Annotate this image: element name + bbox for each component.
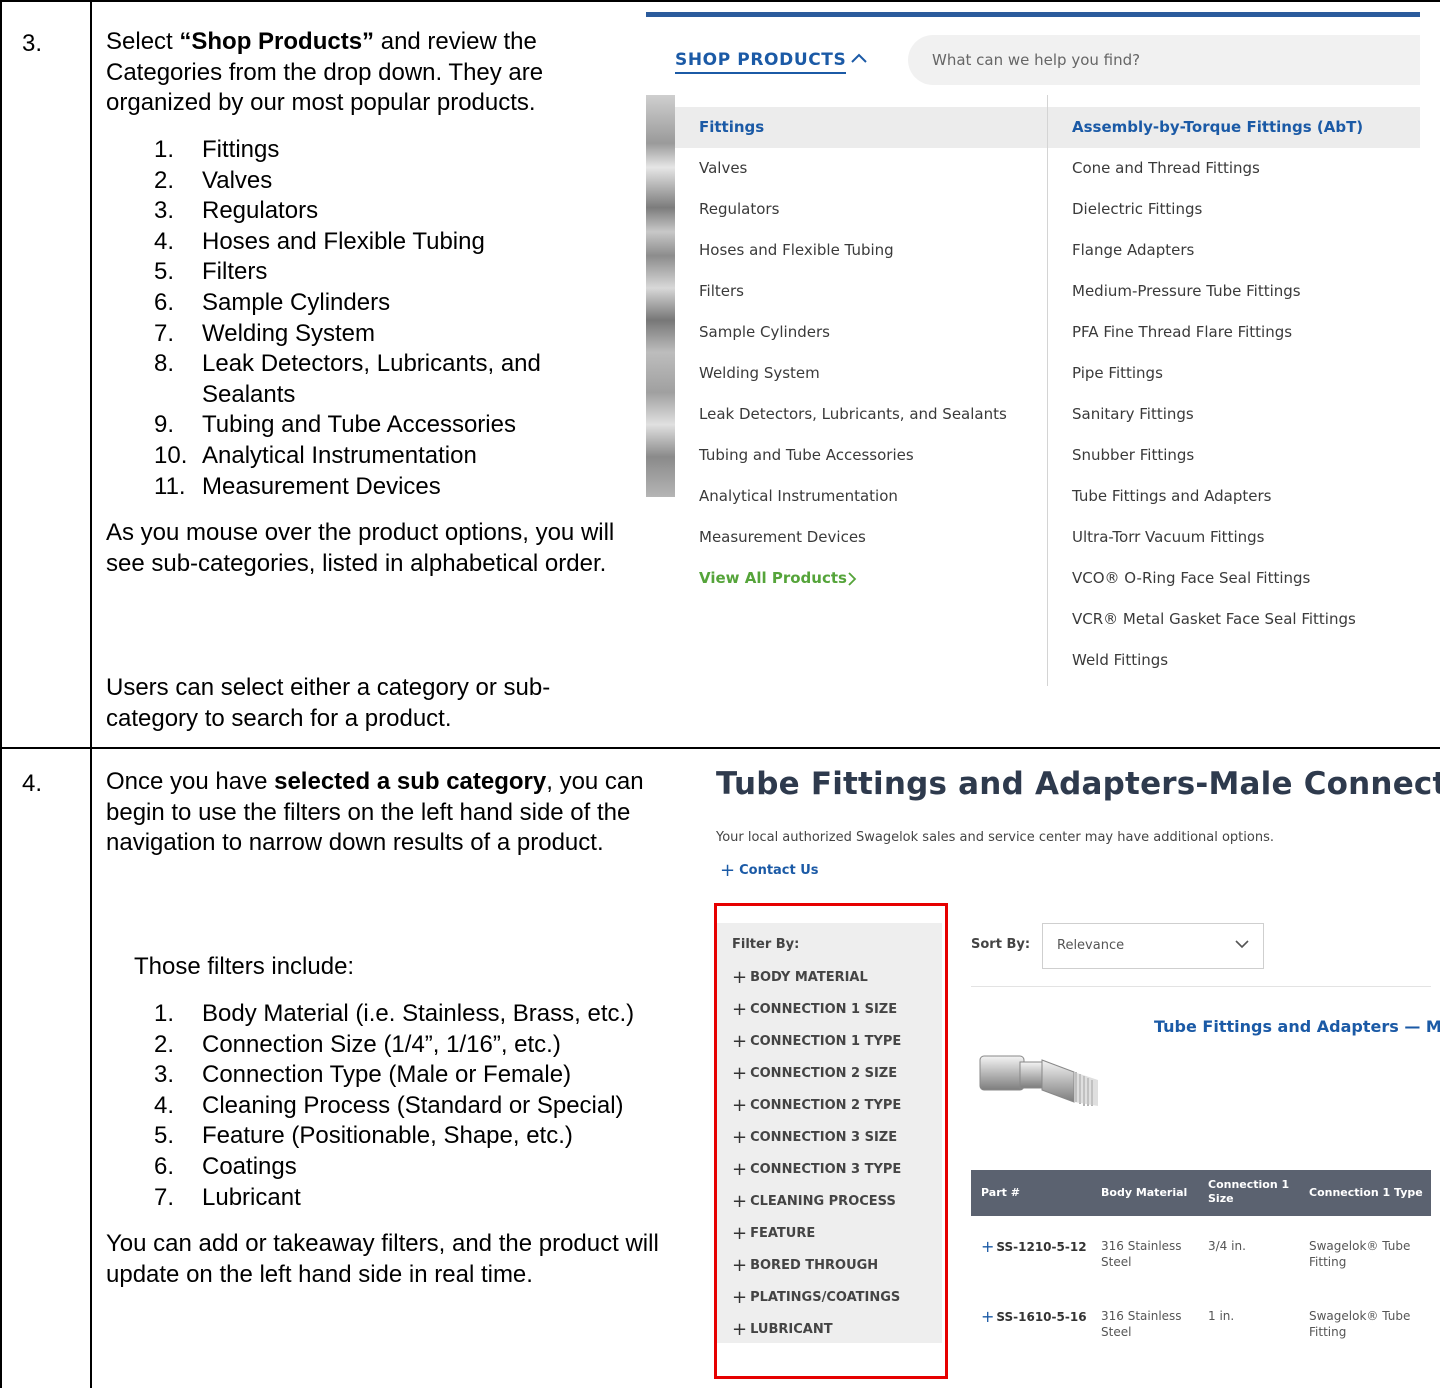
menu-item-leak-detectors[interactable]: Leak Detectors, Lubricants, and Sealants [675,394,1047,435]
filters-outro: You can add or takeaway filters, and the… [106,1230,659,1288]
product-family-heading[interactable]: Tube Fittings and Adapters — M [1154,1017,1440,1036]
page-subtitle: Your local authorized Swagelok sales and… [716,830,1274,845]
background-photo [646,95,675,497]
list-item: 3. Connection Type (Male or Female) [154,1061,572,1089]
menu-item-hoses[interactable]: Hoses and Flexible Tubing [675,230,1047,271]
list-item: 2. Valves [154,166,273,194]
list-item: 2. Connection Size (1/4”, 1/16”, etc.) [154,1030,561,1058]
table-cell-size: 1 in. [1208,1309,1235,1323]
menu-item-sample-cylinders[interactable]: Sample Cylinders [675,312,1047,353]
submenu-item-snubber[interactable]: Snubber Fittings [1048,435,1420,476]
filter-highlight-box [714,903,948,1379]
plus-icon: + [981,1307,995,1326]
submenu-item-dielectric[interactable]: Dielectric Fittings [1048,189,1420,230]
menu-item-fittings[interactable]: Fittings [675,107,1047,148]
list-item: 9. Tubing and Tube Accessories [154,411,516,439]
contact-us-link[interactable]: + Contact Us [720,858,819,881]
list-item: 5. Filters [154,258,268,286]
list-item: 11. Measurement Devices [154,472,441,500]
submenu-item-cone-thread[interactable]: Cone and Thread Fittings [1048,148,1420,189]
category-list: 1. Fittings 2. Valves 3. Regulators 4. Hoses… [154,135,614,502]
list-item: 7. Welding System [154,319,375,347]
table-cell-size: 3/4 in. [1208,1239,1246,1253]
submenu-item-vco[interactable]: VCO® O-Ring Face Seal Fittings [1048,558,1420,599]
step-4-intro: Once you have selected a sub category, y… [106,768,644,857]
shop-products-link[interactable]: SHOP PRODUCTS [675,50,847,74]
list-item: 8. Leak Detectors, Lubricants, and Sealan… [154,350,541,408]
submenu-item-ultra-torr[interactable]: Ultra-Torr Vacuum Fittings [1048,517,1420,558]
submenu-item-medium-pressure[interactable]: Medium-Pressure Tube Fittings [1048,271,1420,312]
table-cell-type: Swagelok® Tube Fitting [1309,1239,1411,1269]
list-item: 6. Sample Cylinders [154,288,391,316]
table-row-part[interactable]: + SS-1610-5-16 [981,1308,1087,1325]
product-image [979,1055,1098,1106]
column-part[interactable]: Part # [981,1186,1020,1199]
list-item: 4. Hoses and Flexible Tubing [154,227,485,255]
list-item: 1. Fittings [154,136,280,163]
mouseover-note: As you mouse over the product options, y… [106,519,615,577]
submenu-item-tube-fittings[interactable]: Tube Fittings and Adapters [1048,476,1420,517]
step-3-intro: Select “Shop Products” and review the Ca… [106,28,544,117]
list-item: 10. Analytical Instrumentation [154,441,477,469]
product-listing-screenshot: Tube Fittings and Adapters-Male Connecto… [700,760,1440,1388]
table-row-divider [0,747,1440,749]
category-menu: Fittings Valves Regulators Hoses and Fle… [675,95,1047,686]
list-item: 4. Cleaning Process (Standard or Special) [154,1091,624,1119]
filter-list: 1. Body Material (i.e. Stainless, Brass, … [154,999,694,1213]
site-header: SHOP PRODUCTS What can we help you find? [646,17,1420,95]
menu-item-valves[interactable]: Valves [675,148,1047,189]
subcategory-menu: Assembly-by-Torque Fittings (AbT) Cone a… [1047,95,1420,686]
list-item: 5. Feature (Positionable, Shape, etc.) [154,1122,573,1150]
step-4-number: 4. [22,770,43,797]
chevron-down-icon [1235,940,1249,949]
shop-products-screenshot: SHOP PRODUCTS What can we help you find?… [646,12,1420,686]
menu-item-measurement[interactable]: Measurement Devices [675,517,1047,558]
view-all-products-link[interactable]: View All Products [699,569,847,587]
table-row-part[interactable]: + SS-1210-5-12 [981,1238,1087,1255]
menu-item-analytical[interactable]: Analytical Instrumentation [675,476,1047,517]
submenu-item-sanitary[interactable]: Sanitary Fittings [1048,394,1420,435]
list-item: 3. Regulators [154,197,319,225]
plus-icon: + [981,1237,995,1256]
submenu-item-pipe[interactable]: Pipe Fittings [1048,353,1420,394]
list-item: 6. Coatings [154,1152,297,1180]
page-title: Tube Fittings and Adapters-Male Connecto… [716,766,1440,802]
chevron-right-icon[interactable] [847,572,857,586]
table-cell-type: Swagelok® Tube Fitting [1309,1309,1411,1339]
menu-item-tubing[interactable]: Tubing and Tube Accessories [675,435,1047,476]
table-cell-body: 316 Stainless Steel [1101,1309,1182,1339]
column-body-material[interactable]: Body Material [1101,1186,1187,1199]
search-input[interactable]: What can we help you find? [908,35,1420,85]
table-left-border [0,0,2,1388]
table-cell-body: 316 Stainless Steel [1101,1239,1182,1269]
menu-item-welding-system[interactable]: Welding System [675,353,1047,394]
step-3-number: 3. [22,30,43,57]
sort-select[interactable]: Relevance [1042,923,1264,969]
filters-intro: Those filters include: [134,953,355,980]
divider [971,986,1431,987]
list-item: 1. Body Material (i.e. Stainless, Brass, … [154,1000,635,1027]
submenu-item-weld[interactable]: Weld Fittings [1048,640,1420,681]
results-table-header: Part # Body Material Connection 1 Size C… [971,1170,1431,1216]
submenu-item-pfa[interactable]: PFA Fine Thread Flare Fittings [1048,312,1420,353]
plus-icon: + [720,860,736,881]
table-column-divider [90,0,92,1388]
submenu-item-vcr[interactable]: VCR® Metal Gasket Face Seal Fittings [1048,599,1420,640]
selection-note: Users can select either a category or su… [106,674,551,732]
table-top-border [0,0,1440,2]
list-item: 7. Lubricant [154,1183,301,1211]
chevron-up-icon[interactable] [849,51,869,65]
column-connection-1-size-b[interactable]: Size [1208,1192,1234,1205]
column-connection-1-size-a[interactable]: Connection 1 [1208,1178,1289,1191]
menu-item-filters[interactable]: Filters [675,271,1047,312]
submenu-item-abt[interactable]: Assembly-by-Torque Fittings (AbT) [1048,107,1420,148]
column-connection-1-type[interactable]: Connection 1 Type [1309,1186,1423,1199]
sort-by-label: Sort By: [971,937,1031,952]
submenu-item-flange[interactable]: Flange Adapters [1048,230,1420,271]
menu-item-regulators[interactable]: Regulators [675,189,1047,230]
